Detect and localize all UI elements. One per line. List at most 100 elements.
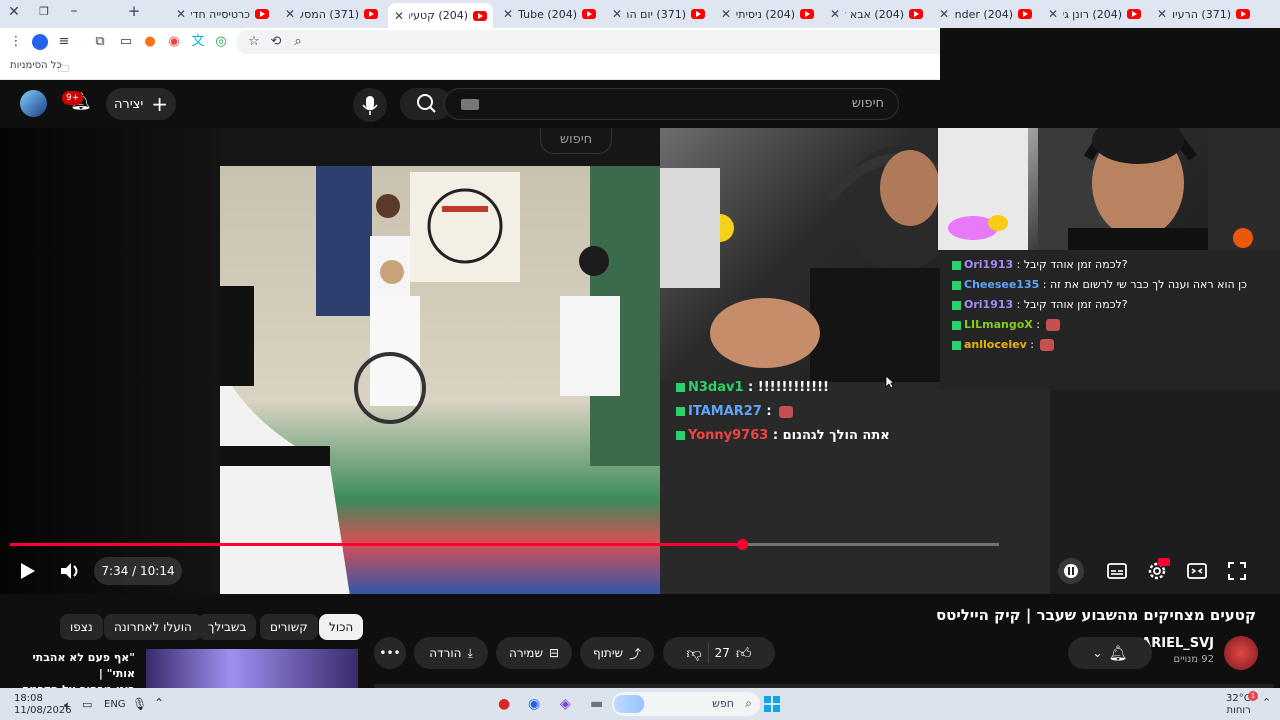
close-tab-icon[interactable]: ✕ (1048, 7, 1058, 21)
chat-message: Yonny9763 : אתה הולך לגהנום (676, 428, 890, 443)
settings-button[interactable] (1146, 558, 1170, 582)
search-highlight-icon (614, 695, 644, 713)
new-tab-icon[interactable]: + (126, 3, 142, 19)
keyboard-icon[interactable] (461, 99, 479, 110)
weather-widget[interactable]: 32°C רוחות (1226, 693, 1251, 717)
zoom-icon[interactable]: ⌕ (290, 34, 306, 50)
address-bar[interactable]: ☆ ⟲ ⌕ (236, 30, 940, 54)
close-tab-icon[interactable]: ✕ (721, 7, 731, 21)
profile-icon[interactable] (32, 34, 48, 50)
create-button[interactable]: + יצירה (106, 88, 176, 120)
close-tab-icon[interactable]: ✕ (503, 7, 513, 21)
chevron-down-icon: ⌄ (1092, 646, 1103, 660)
like-divider (707, 643, 709, 663)
browser-tab[interactable]: (204) deFounder ✕ (933, 3, 1038, 25)
browser-tab[interactable]: (371) יום ההולדת ✕ (606, 3, 711, 25)
subscribed-button[interactable]: 🔔︎ ⌄ (1068, 637, 1152, 669)
video-letterbox (0, 128, 220, 594)
recommended-thumbnail[interactable] (146, 649, 358, 688)
playlist-icon[interactable]: ≡ (56, 34, 72, 50)
subtitles-button[interactable] (1106, 560, 1128, 582)
filter-chip[interactable]: הועלו לאחרונה (104, 614, 202, 640)
close-tab-icon[interactable]: ✕ (394, 9, 404, 23)
browser-tab[interactable]: (204) אבא קריר א ✕ (824, 3, 929, 25)
chat-emote-icon (1040, 339, 1055, 351)
extension-orange-icon[interactable]: ● (142, 34, 158, 50)
speaker-icon[interactable]: 🔈︎ (64, 698, 71, 713)
download-button[interactable]: ⤓ הורדה (414, 637, 488, 669)
youtube-header: 🔔︎ 9+ + יצירה חיפוש (0, 80, 940, 128)
channel-avatar[interactable] (1224, 636, 1258, 670)
screen-cast-icon[interactable]: ▭ (118, 34, 134, 50)
discord-icon[interactable]: ◈ (560, 696, 571, 712)
file-explorer-icon[interactable]: ▬ (590, 696, 603, 712)
channel-name[interactable]: ARIEL_SVJ (1141, 636, 1214, 651)
browser-tab[interactable]: (204) YouTube ✕ (497, 3, 602, 25)
network-icon[interactable]: ▭ (82, 698, 92, 711)
chat-badge-icon (676, 431, 685, 440)
save-button[interactable]: ⊟ שמירה (496, 637, 572, 669)
extensions-icon[interactable]: ⧉ (92, 34, 108, 50)
avatar[interactable] (20, 90, 47, 117)
filter-chip[interactable]: הכול (319, 614, 364, 640)
chat-username: Cheesee135 (964, 278, 1040, 291)
share-button[interactable]: ⤴ שיתוף (580, 637, 654, 669)
close-tab-icon[interactable]: ✕ (939, 7, 949, 21)
more-actions-button[interactable]: ••• (374, 637, 406, 669)
app-red-icon[interactable]: ● (498, 696, 510, 712)
browser-tab-label: (204) רונן גיג'י הא (1063, 7, 1122, 21)
browser-tab[interactable]: (371) הרעיון הבא ✕ (1151, 3, 1256, 25)
filter-chip[interactable]: נצפו (60, 614, 103, 640)
bookmarks-bar: כל הסימניות 🗀 (0, 56, 940, 80)
translate-icon[interactable]: 文 (190, 34, 206, 50)
plus-icon: + (151, 92, 169, 116)
language-indicator[interactable]: ENG (104, 699, 126, 710)
clock-date: 11/08/2026 (14, 705, 72, 716)
chat-badge-icon (952, 260, 961, 270)
chevron-up-icon[interactable]: ⌃ (154, 696, 164, 710)
karate-clip-frame (220, 166, 660, 594)
browser-tab[interactable]: כרטיסייה חדשה ✕ (170, 3, 275, 25)
all-bookmarks-label[interactable]: כל הסימניות (10, 60, 62, 71)
reader-mode-icon[interactable]: ⟲ (268, 34, 284, 50)
microphone-tray-icon[interactable]: 🎙︎ (132, 697, 147, 711)
progress-scrubber-handle[interactable] (737, 539, 748, 550)
browser-tab[interactable]: (204) רונן גיג'י הא ✕ (1042, 3, 1147, 25)
chat-text: : אתה הולך לגהנום (768, 428, 890, 443)
browser-tab[interactable]: (204) קטעים מצח ✕ (388, 3, 493, 28)
close-tab-icon[interactable]: ✕ (176, 7, 186, 21)
video-player[interactable]: חיפוש N3dav1: !!!!!!!!!!!! ITAMAR27: Y… (0, 128, 1280, 594)
voice-search-button[interactable] (353, 88, 387, 122)
clock[interactable]: 18:08 11/08/2026 (14, 693, 72, 717)
show-desktop-icon[interactable]: ⌃ (1262, 696, 1271, 709)
filter-chip[interactable]: בשבילך (198, 614, 257, 640)
play-button[interactable] (16, 560, 38, 582)
bookmark-star-icon[interactable]: ☆ (246, 34, 262, 50)
browser-tab[interactable]: (371) המסע לארץ ✕ (279, 3, 384, 25)
volume-button[interactable] (58, 560, 82, 582)
extension-red-icon[interactable]: ◉ (166, 34, 182, 50)
taskbar-search[interactable]: חפש ⌕ (612, 692, 760, 716)
filter-chip[interactable]: קשורים (260, 614, 318, 640)
close-tab-icon[interactable]: ✕ (285, 7, 295, 21)
like-button[interactable]: 👍︎ 27 (715, 644, 752, 663)
close-window-icon[interactable]: ✕ (6, 4, 22, 20)
time-display: 7:34 / 10:14 (94, 557, 182, 585)
close-tab-icon[interactable]: ✕ (1157, 7, 1167, 21)
autoplay-toggle[interactable] (1058, 558, 1084, 584)
minimize-window-icon[interactable]: – (66, 3, 82, 19)
more-dots-icon: ••• (379, 646, 401, 660)
menu-dots-icon[interactable]: ⋮ (8, 34, 24, 50)
fullscreen-button[interactable] (1226, 560, 1248, 582)
close-tab-icon[interactable]: ✕ (612, 7, 622, 21)
chrome-icon[interactable]: ◉ (528, 696, 540, 712)
search-input[interactable]: חיפוש (444, 88, 899, 120)
browser-tab[interactable]: (204) ניסיתי להשי ✕ (715, 3, 820, 25)
close-tab-icon[interactable]: ✕ (830, 7, 840, 21)
grammar-icon[interactable]: ◎ (213, 34, 229, 50)
youtube-favicon-icon (691, 9, 705, 19)
dislike-button[interactable]: 👎︎ (686, 644, 701, 663)
theater-mode-button[interactable] (1186, 560, 1208, 582)
restore-window-icon[interactable]: ❐ (36, 4, 52, 20)
windows-start-icon[interactable] (764, 696, 780, 712)
